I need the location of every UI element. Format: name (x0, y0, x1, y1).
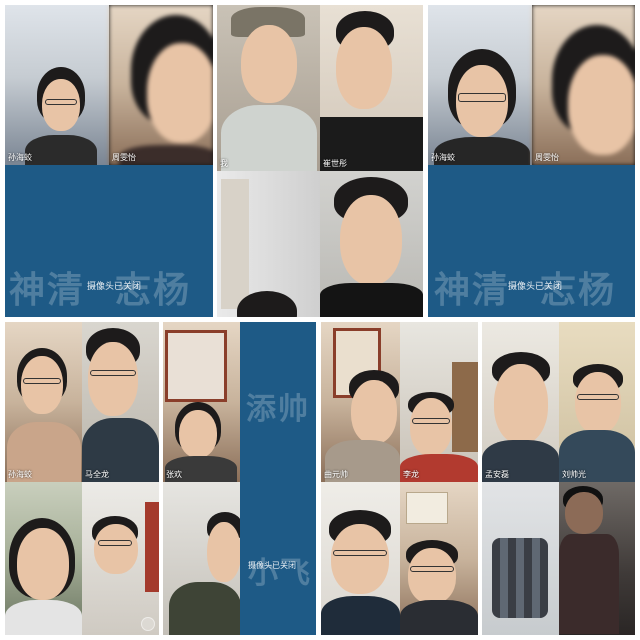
person-face (340, 195, 402, 285)
name-watermark: 神清 (9, 270, 86, 311)
camera-off-tile[interactable]: 神清 志杨 摄像头已关闭 (428, 165, 635, 317)
person-face (207, 522, 240, 582)
person-body (25, 135, 97, 165)
participant-name: 周雯怡 (112, 153, 136, 162)
person-face (408, 548, 456, 604)
camera-off-tile[interactable]: 神清 志杨 摄像头已关闭 (5, 165, 213, 317)
meeting-panel-5: 张欢 添帅 小飞 摄像头已关闭 (163, 322, 316, 635)
curtain (145, 502, 159, 592)
person-face (179, 410, 217, 458)
video-tile-participant[interactable] (320, 171, 423, 317)
video-tile-sun-haijiao[interactable]: 孙海蛟 (428, 5, 532, 165)
person-body (400, 600, 478, 635)
person-face (336, 27, 392, 109)
person-face (331, 524, 389, 594)
person-face (147, 43, 213, 143)
meeting-panel-3: 孙海蛟 周雯怡 神清 志杨 摄像头已关闭 (428, 5, 635, 317)
video-tile-boy-calligraphy[interactable] (400, 482, 478, 635)
video-tile-liu-shuaiguang[interactable]: 刘帅光 (559, 322, 635, 482)
participant-name: 孙海蛟 (431, 153, 455, 162)
participant-name: 张欢 (166, 470, 182, 479)
glasses (410, 566, 454, 572)
video-tile-room[interactable] (217, 171, 320, 317)
camera-off-status: 摄像头已关闭 (508, 282, 563, 292)
person-face (410, 398, 452, 456)
meeting-panel-1: 孙海蛟 周雯怡 神清 志杨 摄像头已关闭 (5, 5, 213, 317)
name-watermark: 添帅 (246, 392, 310, 427)
person-face (21, 356, 63, 414)
participant-name: 崔世彤 (323, 159, 347, 168)
video-tile-blurred[interactable] (482, 482, 559, 635)
meeting-panel-4: 孙海蛟 马全龙 (5, 322, 159, 635)
video-tile-li-long[interactable]: 李龙 (400, 322, 478, 482)
person-body (559, 534, 619, 634)
person-face (88, 342, 138, 416)
video-tile-meng-anlei[interactable]: 孟安磊 (482, 322, 559, 482)
window-frame (165, 330, 227, 402)
glasses (458, 93, 506, 102)
participant-name: 我 (220, 159, 228, 168)
pixelated-face (492, 538, 548, 618)
bookshelf (452, 362, 478, 452)
name-watermark: 神清 (434, 270, 511, 311)
person-face (94, 524, 138, 574)
person-face (568, 55, 635, 155)
glasses (577, 394, 619, 400)
participant-name: 孙海蛟 (8, 470, 32, 479)
glasses (45, 99, 77, 105)
video-tile-boy-glasses[interactable] (82, 482, 159, 635)
camera-off-status: 摄像头已关闭 (248, 561, 296, 570)
video-tile-zhou-wenyi[interactable] (532, 5, 635, 165)
video-tile-cui-shitong[interactable]: 崔世彤 (320, 5, 423, 171)
person-body (321, 596, 400, 635)
person-body (221, 105, 317, 171)
participant-name: 孙海蛟 (8, 153, 32, 162)
person-body (320, 283, 423, 317)
person-face (575, 372, 621, 434)
video-tile-qu-yuanshuai[interactable]: 曲元帅 (321, 322, 400, 482)
microphone-icon[interactable] (141, 617, 155, 631)
camera-off-tile[interactable]: 添帅 小飞 摄像头已关闭 (240, 322, 316, 635)
participant-name: 周雯怡 (535, 153, 559, 162)
video-tile-boy-hoodie[interactable] (163, 482, 240, 635)
participant-name: 李龙 (403, 470, 419, 479)
video-tile-girl-earphones[interactable]: 孙海蛟 (5, 322, 82, 482)
glasses (333, 550, 387, 556)
participant-name: 孟安磊 (485, 470, 509, 479)
video-tile-girl[interactable] (5, 482, 82, 635)
person-face (565, 492, 603, 534)
video-tile-dark-room[interactable] (559, 482, 635, 635)
glasses (23, 378, 61, 384)
video-tile-ma-quanlong[interactable]: 马全龙 (82, 322, 159, 482)
video-tile-zhang-huan[interactable]: 张欢 (163, 322, 240, 482)
video-tile-zhou-wenyi[interactable] (109, 5, 213, 165)
meeting-panel-6: 曲元帅 李龙 (321, 322, 478, 635)
person-body (169, 582, 240, 635)
person-body (5, 600, 82, 635)
participant-name: 马全龙 (85, 470, 109, 479)
video-tile-self[interactable]: 我 (217, 5, 320, 171)
person-face (17, 528, 69, 600)
person-face (351, 380, 397, 444)
glasses (90, 370, 136, 376)
person-face (494, 364, 548, 444)
participant-name: 曲元帅 (324, 470, 348, 479)
video-tile-sun-haijiao[interactable]: 孙海蛟 (5, 5, 109, 165)
glasses (412, 418, 450, 424)
calligraphy-scroll (406, 492, 448, 524)
door-frame (221, 179, 249, 309)
video-tile-boy-smile[interactable] (321, 482, 400, 635)
glasses (98, 540, 132, 546)
person-face (42, 79, 80, 131)
participant-name: 刘帅光 (562, 470, 586, 479)
meeting-panel-2: 我 崔世彤 (217, 5, 423, 317)
camera-off-status: 摄像头已关闭 (87, 282, 142, 292)
meeting-panel-7: 孟安磊 刘帅光 (482, 322, 635, 635)
person-face (241, 25, 297, 103)
